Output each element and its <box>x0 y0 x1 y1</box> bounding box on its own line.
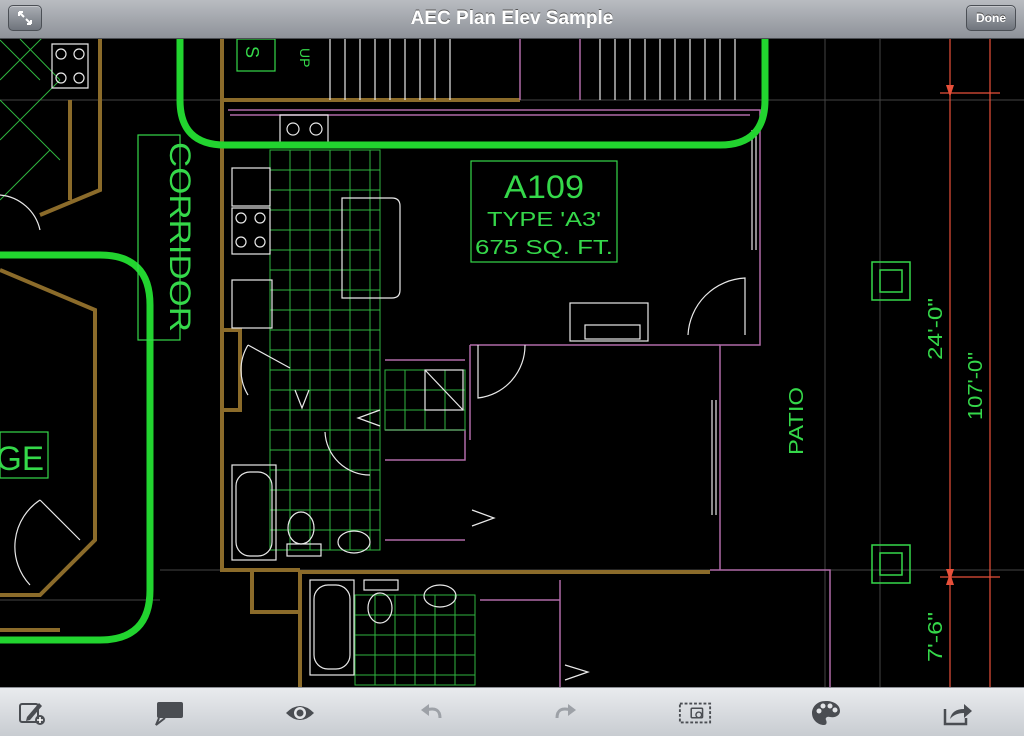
drawing-canvas[interactable]: A109 TYPE 'A3' 675 SQ. FT. CORRIDOR PATI… <box>0 39 1024 687</box>
stair-up-label: UP <box>297 48 313 67</box>
share-button[interactable] <box>941 698 975 728</box>
dimension-label-107ft: 107'-0" <box>965 352 987 420</box>
dimension-label-24ft: 24'-0" <box>925 298 947 360</box>
top-nav-bar: AEC Plan Elev Sample Done <box>0 0 1024 39</box>
undo-button[interactable] <box>415 698 449 728</box>
redo-icon <box>555 704 576 719</box>
patio-label: PATIO <box>786 387 808 455</box>
select-region-icon <box>678 702 712 724</box>
stair-s-label: S <box>242 46 262 58</box>
floor-plan-drawing[interactable]: A109 TYPE 'A3' 675 SQ. FT. CORRIDOR PATI… <box>0 39 1024 687</box>
eye-icon <box>286 706 314 720</box>
redo-button[interactable] <box>548 698 582 728</box>
done-button[interactable]: Done <box>966 5 1016 31</box>
dimension-label-7ft: 7'-6" <box>925 612 947 662</box>
unit-number-label: A109 <box>504 169 584 205</box>
select-region-button[interactable] <box>678 698 712 728</box>
comment-button[interactable] <box>152 698 186 728</box>
layer-color-button[interactable] <box>809 698 843 728</box>
unit-type-label: TYPE 'A3' <box>487 209 601 231</box>
bottom-toolbar <box>0 687 1024 736</box>
unit-area-label: 675 SQ. FT. <box>475 237 613 259</box>
markup-pen-icon <box>19 703 45 725</box>
visibility-button[interactable] <box>283 698 317 728</box>
corridor-label: CORRIDOR <box>163 142 196 332</box>
undo-icon <box>421 704 442 719</box>
comment-icon <box>155 702 183 726</box>
document-title: AEC Plan Elev Sample <box>410 8 614 29</box>
palette-icon <box>812 701 840 725</box>
markup-button[interactable] <box>15 698 49 728</box>
partial-room-label: GE <box>0 440 44 478</box>
share-icon <box>943 704 972 726</box>
